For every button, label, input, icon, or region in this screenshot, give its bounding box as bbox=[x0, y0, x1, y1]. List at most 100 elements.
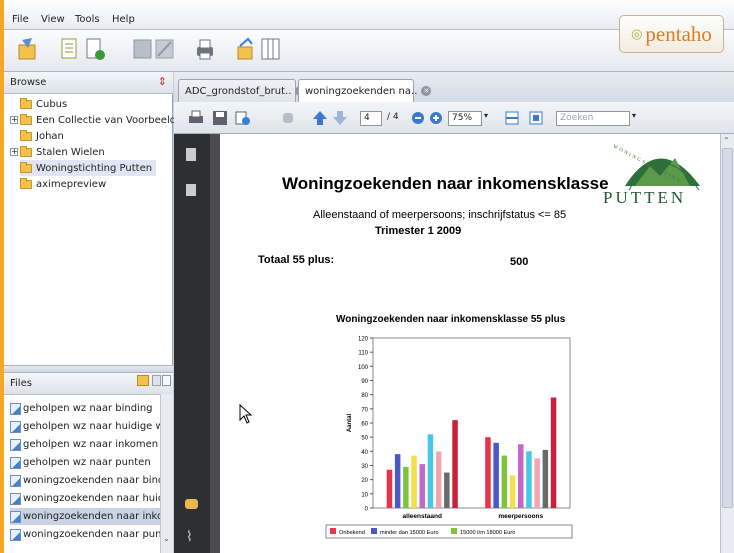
file-item[interactable]: woningzoekenden naar punten bbox=[10, 526, 162, 543]
fit-page-icon[interactable] bbox=[528, 110, 544, 126]
report-file-icon bbox=[10, 474, 21, 487]
comment-icon[interactable] bbox=[185, 499, 198, 509]
folder-label: Een Collectie van Voorbeelden bbox=[36, 114, 189, 126]
hand-tool-icon[interactable] bbox=[280, 110, 296, 126]
x-tick-label: alleenstaand bbox=[403, 513, 442, 520]
delete-icon[interactable] bbox=[152, 375, 161, 386]
folder-woningstichting-putten[interactable]: Woningstichting Putten bbox=[20, 160, 157, 176]
page-total: / 4 bbox=[387, 112, 399, 122]
attach-icon[interactable] bbox=[234, 110, 250, 126]
folder-label: Cubus bbox=[36, 98, 68, 110]
file-item[interactable]: geholpen wz naar inkomen bbox=[10, 436, 162, 453]
vertical-scrollbar[interactable]: ⌃ bbox=[720, 134, 734, 553]
chevron-down-icon[interactable]: ▾ bbox=[632, 111, 636, 120]
bookmarks-icon[interactable] bbox=[186, 184, 196, 196]
y-axis-label: Aantal bbox=[347, 414, 353, 433]
legend-swatch bbox=[330, 528, 336, 534]
browse-title: Browse bbox=[10, 77, 47, 88]
schedule-icon[interactable] bbox=[236, 36, 258, 62]
fit-width-icon[interactable] bbox=[504, 110, 520, 126]
total-label: Totaal 55 plus: bbox=[258, 254, 335, 266]
print-icon[interactable] bbox=[188, 110, 204, 126]
legend-label: Onbekend bbox=[339, 530, 365, 536]
tab-woningzoekenden[interactable]: woningzoekenden na.. ✕ bbox=[298, 79, 432, 102]
document-subtitle: Alleenstaand of meerpersoons; inschrijfs… bbox=[313, 209, 567, 221]
columns-icon[interactable] bbox=[260, 36, 282, 62]
folder-icon bbox=[20, 145, 32, 157]
bar bbox=[542, 449, 549, 508]
folder-stalen-wielen[interactable]: + Stalen Wielen bbox=[10, 144, 105, 160]
pdf-sidebar: ⌇ bbox=[174, 134, 210, 553]
arrow-up-icon[interactable] bbox=[312, 110, 328, 126]
document-icon[interactable] bbox=[60, 36, 82, 62]
file-item[interactable]: woningzoekenden naar binding bbox=[10, 472, 162, 489]
y-tick-label: 60 bbox=[361, 422, 368, 428]
report-icon[interactable] bbox=[84, 36, 106, 62]
folder-cubus[interactable]: Cubus bbox=[10, 96, 67, 112]
bar bbox=[526, 451, 532, 508]
folder-aximepreview[interactable]: aximepreview bbox=[20, 176, 106, 192]
pages-icon[interactable] bbox=[186, 148, 196, 161]
folder-johan[interactable]: Johan bbox=[10, 128, 64, 144]
bar bbox=[411, 455, 417, 508]
putten-logo: WONINGSTICHTING PUTTEN bbox=[603, 136, 715, 216]
properties-icon[interactable] bbox=[162, 375, 171, 386]
file-item[interactable]: geholpen wz naar binding bbox=[10, 400, 162, 417]
y-tick-label: 90 bbox=[361, 379, 368, 385]
bar bbox=[435, 451, 442, 508]
file-item[interactable]: geholpen wz naar punten bbox=[10, 454, 162, 471]
files-scrollbar[interactable]: ⌄ bbox=[160, 394, 173, 553]
chevron-down-icon[interactable]: ▾ bbox=[484, 111, 488, 120]
bar bbox=[444, 472, 450, 508]
report-file-icon bbox=[10, 492, 21, 505]
left-panel: Browse ⇕ Cubus + Een Collectie van Voorbe… bbox=[4, 72, 189, 553]
close-icon[interactable]: ✕ bbox=[421, 86, 432, 96]
expand-icon[interactable]: + bbox=[10, 116, 18, 124]
chevron-down-icon[interactable]: ⌄ bbox=[163, 534, 171, 544]
y-tick-label: 0 bbox=[365, 507, 369, 513]
zoom-in-icon[interactable] bbox=[428, 110, 444, 126]
save-icon[interactable] bbox=[132, 36, 154, 62]
page-number-input[interactable]: 4 bbox=[360, 111, 382, 126]
edit-icon[interactable] bbox=[154, 36, 176, 62]
report-file-icon bbox=[10, 528, 21, 541]
report-file-icon bbox=[10, 438, 21, 451]
menu-help[interactable]: Help bbox=[112, 14, 135, 25]
new-folder-icon[interactable] bbox=[137, 375, 149, 386]
file-label: geholpen wz naar huidige woon bbox=[23, 421, 162, 432]
menu-file[interactable]: File bbox=[12, 14, 29, 25]
bar bbox=[386, 469, 393, 508]
tab-label: ADC_grondstof_brut.. bbox=[185, 86, 292, 97]
refresh-icon[interactable]: ⇕ bbox=[158, 75, 167, 88]
folder-een-collectie[interactable]: + Een Collectie van Voorbeelden bbox=[10, 112, 189, 128]
report-file-icon bbox=[10, 510, 21, 523]
file-item[interactable]: geholpen wz naar huidige woon bbox=[10, 418, 162, 435]
zoom-select[interactable]: 75% bbox=[448, 111, 482, 126]
menu-tools[interactable]: Tools bbox=[75, 14, 100, 25]
new-report-icon[interactable] bbox=[16, 36, 38, 62]
zoom-out-icon[interactable] bbox=[410, 110, 426, 126]
print-icon[interactable] bbox=[194, 36, 216, 62]
file-label: woningzoekenden naar huidige bbox=[23, 493, 162, 504]
file-item[interactable]: woningzoekenden naar huidige bbox=[10, 490, 162, 507]
bar bbox=[427, 434, 434, 508]
document-title: Woningzoekenden naar inkomensklasse bbox=[282, 174, 609, 193]
bar bbox=[534, 458, 540, 508]
bar bbox=[452, 420, 458, 508]
paperclip-icon[interactable]: ⌇ bbox=[186, 529, 193, 545]
expand-icon[interactable]: + bbox=[10, 148, 18, 156]
folder-label: aximepreview bbox=[36, 178, 107, 190]
menu-view[interactable]: View bbox=[41, 14, 65, 25]
tab-adc-grondstof[interactable]: ADC_grondstof_brut..✕ bbox=[178, 79, 306, 102]
save-icon[interactable] bbox=[212, 110, 228, 126]
panel-splitter[interactable] bbox=[4, 365, 173, 373]
zoom-value: 75% bbox=[452, 113, 473, 123]
chevron-up-icon[interactable]: ⌃ bbox=[723, 136, 730, 145]
y-tick-label: 20 bbox=[361, 478, 368, 484]
report-file-icon bbox=[10, 402, 21, 415]
file-item-selected[interactable]: woningzoekenden naar inkomer bbox=[10, 508, 162, 525]
search-input[interactable]: Zoeken bbox=[556, 111, 630, 126]
scrollbar-thumb[interactable] bbox=[722, 148, 733, 508]
arrow-down-icon[interactable] bbox=[332, 110, 348, 126]
legend-swatch bbox=[371, 528, 377, 534]
